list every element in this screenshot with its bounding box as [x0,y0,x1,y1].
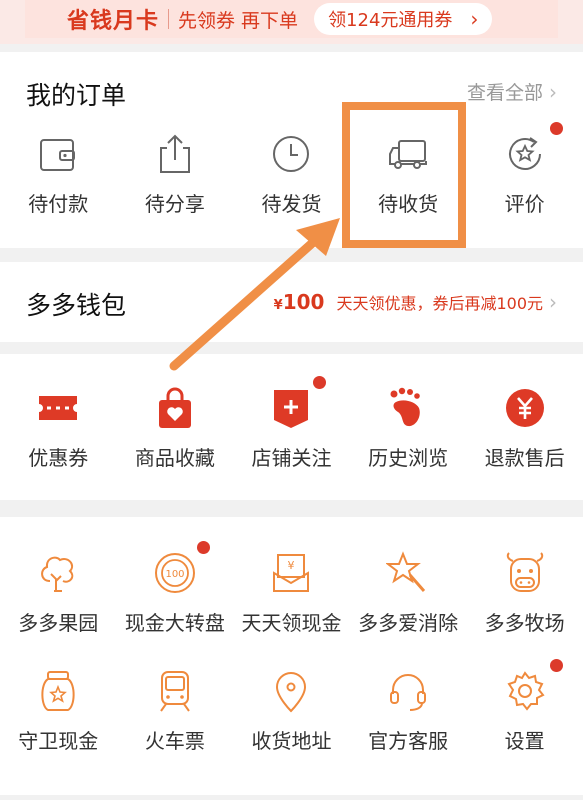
chevron-right-icon: › [470,7,479,31]
wallet-icon [34,130,82,178]
banner-title: 省钱月卡 [67,9,160,34]
spin-wheel-icon: 100 [151,549,199,597]
wallet-card[interactable]: 多多钱包 ¥100 天天领优惠，券后再减100元 › [0,262,583,342]
services-card: 优惠券 商品收藏 店铺关注 历史浏览 退款售后 [0,354,583,500]
train-icon [151,667,199,715]
order-status-label: 待发货 [261,192,322,216]
tool-label: 设置 [504,729,545,753]
tool-spin-wheel[interactable]: 100 现金大转盘 [117,541,234,636]
tool-label: 多多爱消除 [358,611,459,635]
service-store-follow[interactable]: 店铺关注 [233,376,350,471]
tool-train-tickets[interactable]: 火车票 [117,667,234,754]
settings-gear-icon [501,667,549,715]
coupon-pill-label: 领124元通用券 [328,10,453,31]
favorites-bag-icon [151,384,199,432]
coupon-icon [34,384,82,432]
notification-dot [196,541,210,554]
clock-icon [267,130,315,178]
service-label: 优惠券 [28,446,89,470]
tool-label: 多多牧场 [484,611,565,635]
location-pin-icon [267,667,315,715]
chevron-right-icon: › [549,79,557,104]
service-coupons[interactable]: 优惠券 [0,384,117,471]
order-status-label: 待收货 [378,192,439,216]
tool-label: 官方客服 [368,729,449,753]
orders-title: 我的订单 [26,81,127,110]
review-icon [501,130,549,178]
order-pending-shipment[interactable]: 待发货 [233,130,350,217]
banner-divider [168,9,170,29]
share-icon [151,130,199,178]
service-refund[interactable]: 退款售后 [466,384,583,471]
tool-ranch[interactable]: 多多牧场 [466,549,583,636]
tools-row-1: 多多果园 100 现金大转盘 ¥ 天天领现金 多多爱消除 多多牧场 [0,541,583,636]
service-label: 店铺关注 [251,446,332,470]
wallet-promo-link[interactable]: ¥100 天天领优惠，券后再减100元 › [274,290,557,314]
spin-wheel-text: 100 [165,569,184,580]
cow-icon [501,549,549,597]
tool-settings[interactable]: 设置 [466,659,583,754]
tools-card: 多多果园 100 现金大转盘 ¥ 天天领现金 多多爱消除 多多牧场 守卫现金 火… [0,517,583,795]
tool-label: 现金大转盘 [124,611,225,635]
promo-banner-inner[interactable]: 省钱月卡 先领券 再下单 领124元通用券 › [25,0,558,38]
tool-daily-cash[interactable]: ¥ 天天领现金 [233,549,350,636]
cash-envelope-icon: ¥ [267,549,315,597]
service-label: 历史浏览 [368,446,449,470]
footprint-icon [384,384,432,432]
tool-address[interactable]: 收货地址 [233,667,350,754]
order-status-label: 待付款 [28,192,89,216]
tool-match-game[interactable]: 多多爱消除 [350,549,467,636]
order-status-label: 待分享 [144,192,205,216]
tool-label: 守卫现金 [18,729,99,753]
chevron-right-icon: › [549,290,557,314]
service-favorites[interactable]: 商品收藏 [117,384,234,471]
view-all-orders-link[interactable]: 查看全部 › [467,78,557,105]
services-row: 优惠券 商品收藏 店铺关注 历史浏览 退款售后 [0,376,583,471]
promo-banner[interactable]: 省钱月卡 先领券 再下单 领124元通用券 › [0,0,583,44]
banner-subtitle: 先领券 再下单 [178,9,299,32]
service-history[interactable]: 历史浏览 [350,384,467,471]
refund-icon [501,384,549,432]
order-pending-payment[interactable]: 待付款 [0,130,117,217]
tool-label: 天天领现金 [241,611,342,635]
notification-dot [550,122,564,135]
service-label: 商品收藏 [134,446,215,470]
view-all-label: 查看全部 [466,82,543,104]
wallet-amount: ¥100 [273,290,325,314]
order-status-label: 评价 [504,192,545,216]
order-pending-receipt[interactable]: 待收货 [350,130,467,217]
tool-label: 火车票 [144,729,205,753]
order-status-row: 待付款 待分享 待发货 待收货 评价 [0,122,583,217]
jar-icon [34,667,82,715]
tool-customer-service[interactable]: 官方客服 [350,667,467,754]
tool-guard-cash[interactable]: 守卫现金 [0,667,117,754]
my-orders-card: 我的订单 查看全部 › 待付款 待分享 待发货 待收货 评价 [0,52,583,248]
tool-label: 多多果园 [18,611,99,635]
order-pending-share[interactable]: 待分享 [117,130,234,217]
cash-symbol: ¥ [288,559,295,572]
headset-icon [384,667,432,715]
notification-dot [313,376,327,389]
tool-label: 收货地址 [251,729,332,753]
tool-orchard[interactable]: 多多果园 [0,549,117,636]
store-follow-icon [267,384,315,432]
truck-icon [384,130,432,178]
order-review[interactable]: 评价 [466,122,583,217]
coupon-pill-button[interactable]: 领124元通用券 › [314,3,493,35]
tree-icon [34,549,82,597]
service-label: 退款售后 [484,446,565,470]
notification-dot [550,659,564,672]
wallet-promo-text: 天天领优惠，券后再减100元 [336,294,543,313]
wallet-title: 多多钱包 [26,291,127,320]
tools-row-2: 守卫现金 火车票 收货地址 官方客服 设置 [0,659,583,754]
star-wand-icon [384,549,432,597]
